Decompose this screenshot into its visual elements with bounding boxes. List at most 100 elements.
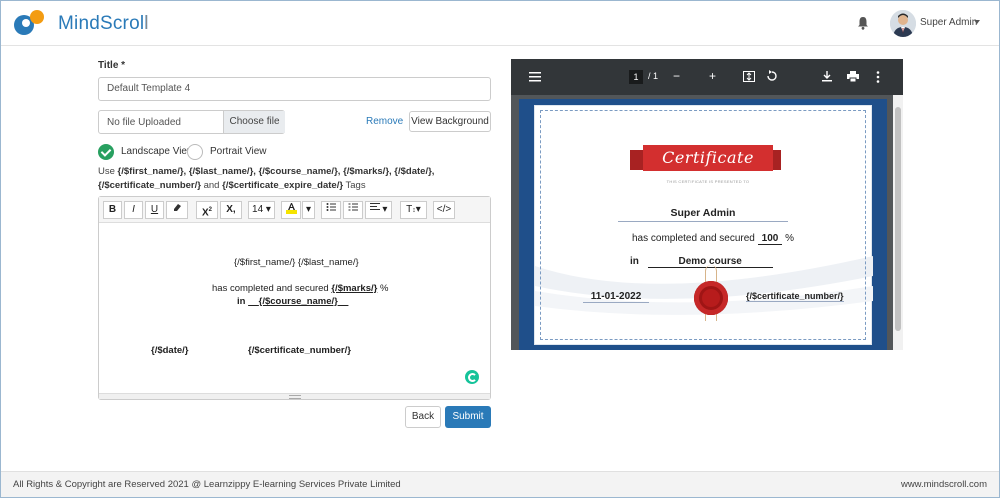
top-navbar: MindScroll Super Admin: [1, 1, 999, 46]
editor-name-line: {/$first_name/} {/$last_name/}: [234, 257, 359, 268]
pdf-toolbar: 1 / 1 − +: [511, 59, 903, 95]
certificate-in-text: in: [630, 256, 639, 267]
text-style-dropdown[interactable]: T↕▾: [400, 201, 427, 219]
chevron-down-icon[interactable]: [974, 20, 980, 24]
pdf-preview: 1 / 1 − + Certificate THIS CERTIFICATE I…: [511, 59, 903, 350]
underline-button[interactable]: U: [145, 201, 164, 219]
more-options-icon[interactable]: [876, 71, 880, 83]
subscript-button[interactable]: X,: [220, 201, 242, 219]
italic-button[interactable]: I: [124, 201, 143, 219]
code-view-button[interactable]: </>: [433, 201, 455, 219]
landscape-label[interactable]: Landscape View: [121, 146, 194, 157]
editor-completed-text: has completed and secured: [212, 283, 329, 294]
title-input[interactable]: Default Template 4: [98, 77, 491, 101]
tag-certificate-expire-date: {/$certificate_expire_date/}: [222, 180, 344, 191]
footer: All Rights & Copyright are Reserved 2021…: [1, 471, 999, 497]
certificate-date: 11-01-2022: [583, 291, 649, 303]
header-divider: [146, 15, 147, 29]
brand-name[interactable]: MindScroll: [58, 13, 149, 35]
title-label: Title *: [98, 60, 126, 71]
editor-in-text: in: [237, 296, 246, 307]
superscript-button[interactable]: X2: [196, 201, 218, 219]
pdf-scrollbar-thumb[interactable]: [895, 107, 901, 331]
tag-last-name: {/$last_name/},: [188, 166, 256, 177]
align-icon: [369, 203, 380, 210]
certificate-caption: THIS CERTIFICATE IS PRESENTED TO: [666, 179, 750, 184]
rotate-icon[interactable]: [766, 70, 778, 82]
zoom-in-icon[interactable]: +: [709, 69, 716, 83]
certificate-page: Certificate THIS CERTIFICATE IS PRESENTE…: [534, 105, 873, 345]
certificate-percent: %: [785, 233, 795, 244]
editor-date-tag: {/$date/}: [151, 345, 189, 356]
fit-page-icon[interactable]: [743, 71, 755, 82]
tags-and-text: and: [203, 180, 220, 191]
certificate-preview: Certificate THIS CERTIFICATE IS PRESENTE…: [519, 99, 887, 350]
certificate-course-line: in Demo course: [630, 256, 773, 268]
highlight-color-icon: [285, 203, 297, 214]
portrait-radio[interactable]: [187, 144, 203, 160]
view-background-button[interactable]: View Background: [409, 111, 491, 132]
tag-first-name: {/$first_name/},: [117, 166, 187, 177]
print-icon[interactable]: [847, 71, 859, 82]
landscape-radio[interactable]: [98, 144, 114, 160]
file-status-text: No file Uploaded: [107, 117, 181, 128]
certificate-recipient-name: Super Admin: [618, 207, 788, 222]
bullet-list-icon: [326, 203, 336, 211]
bulleted-list-button[interactable]: [321, 201, 341, 219]
bold-button[interactable]: B: [103, 201, 122, 219]
numbered-list-icon: [348, 203, 358, 211]
bell-icon[interactable]: [857, 16, 869, 30]
portrait-label[interactable]: Portrait View: [210, 146, 267, 157]
editor-course-tag: {/$course_name/}: [248, 296, 348, 307]
submit-button[interactable]: Submit: [445, 406, 491, 428]
certificate-score-line: has completed and secured 100 %: [632, 233, 794, 245]
choose-file-button[interactable]: Choose file: [223, 111, 285, 133]
editor-resize-handle[interactable]: [99, 393, 490, 399]
user-avatar-icon: [890, 10, 916, 37]
align-dropdown[interactable]: ▾: [365, 201, 392, 219]
editor-certnum-tag: {/$certificate_number/}: [248, 345, 351, 356]
editor-course-tag-text: {/$course_name/}: [258, 296, 338, 307]
grammarly-icon[interactable]: [465, 370, 479, 384]
wax-seal-icon: [694, 281, 728, 315]
font-size-value: 14: [252, 204, 264, 215]
superscript-label: X: [201, 207, 209, 219]
text-color-button[interactable]: [281, 201, 301, 219]
certificate-number: {/$certificate_number/}: [746, 291, 844, 302]
download-icon[interactable]: [822, 71, 832, 82]
tag-marks: {/$marks/},: [343, 166, 392, 177]
eraser-icon: [174, 204, 181, 211]
editor-marks-line: has completed and secured {/$marks/} %: [212, 283, 388, 294]
remove-link[interactable]: Remove: [366, 116, 403, 127]
editor-marks-tag: {/$marks/}: [331, 283, 378, 294]
tags-tail-text: Tags: [345, 180, 366, 191]
rich-text-editor[interactable]: B I U X2 X, 14 ▾ ▾ ▾ T↕▾ </> {/$first_na…: [98, 196, 491, 400]
tag-course-name: {/$course_name/},: [258, 166, 341, 177]
editor-percent: %: [379, 283, 389, 294]
footer-site-link[interactable]: www.mindscroll.com: [901, 479, 987, 490]
certificate-marks: 100: [757, 233, 783, 245]
numbered-list-button[interactable]: [343, 201, 363, 219]
text-color-dropdown[interactable]: ▾: [302, 201, 315, 219]
background-file-input[interactable]: No file Uploaded Choose file: [98, 110, 285, 134]
pdf-scrollbar[interactable]: [893, 95, 903, 350]
tag-certificate-number: {/$certificate_number/}: [98, 180, 201, 191]
mindscroll-logo-icon: [14, 10, 44, 35]
zoom-out-icon[interactable]: −: [673, 69, 680, 83]
footer-copyright: All Rights & Copyright are Reserved 2021…: [13, 479, 401, 490]
back-button[interactable]: Back: [405, 406, 441, 428]
tags-help-text: Use {/$first_name/}, {/$last_name/}, {/$…: [98, 165, 498, 193]
tags-use-text: Use: [98, 166, 115, 177]
certificate-title: Certificate: [662, 148, 754, 167]
pdf-page-input[interactable]: 1: [629, 70, 643, 84]
clear-format-button[interactable]: [166, 201, 188, 219]
editor-course-line: in {/$course_name/}: [237, 296, 348, 307]
avatar[interactable]: [890, 10, 916, 37]
pdf-page-total: / 1: [648, 71, 659, 81]
tag-date: {/$date/},: [394, 166, 435, 177]
user-name[interactable]: Super Admin: [920, 17, 977, 28]
editor-content[interactable]: {/$first_name/} {/$last_name/} has compl…: [99, 224, 490, 392]
certificate-completed-text: has completed and secured: [632, 233, 755, 244]
font-size-dropdown[interactable]: 14 ▾: [248, 201, 275, 219]
menu-icon[interactable]: [529, 72, 541, 82]
